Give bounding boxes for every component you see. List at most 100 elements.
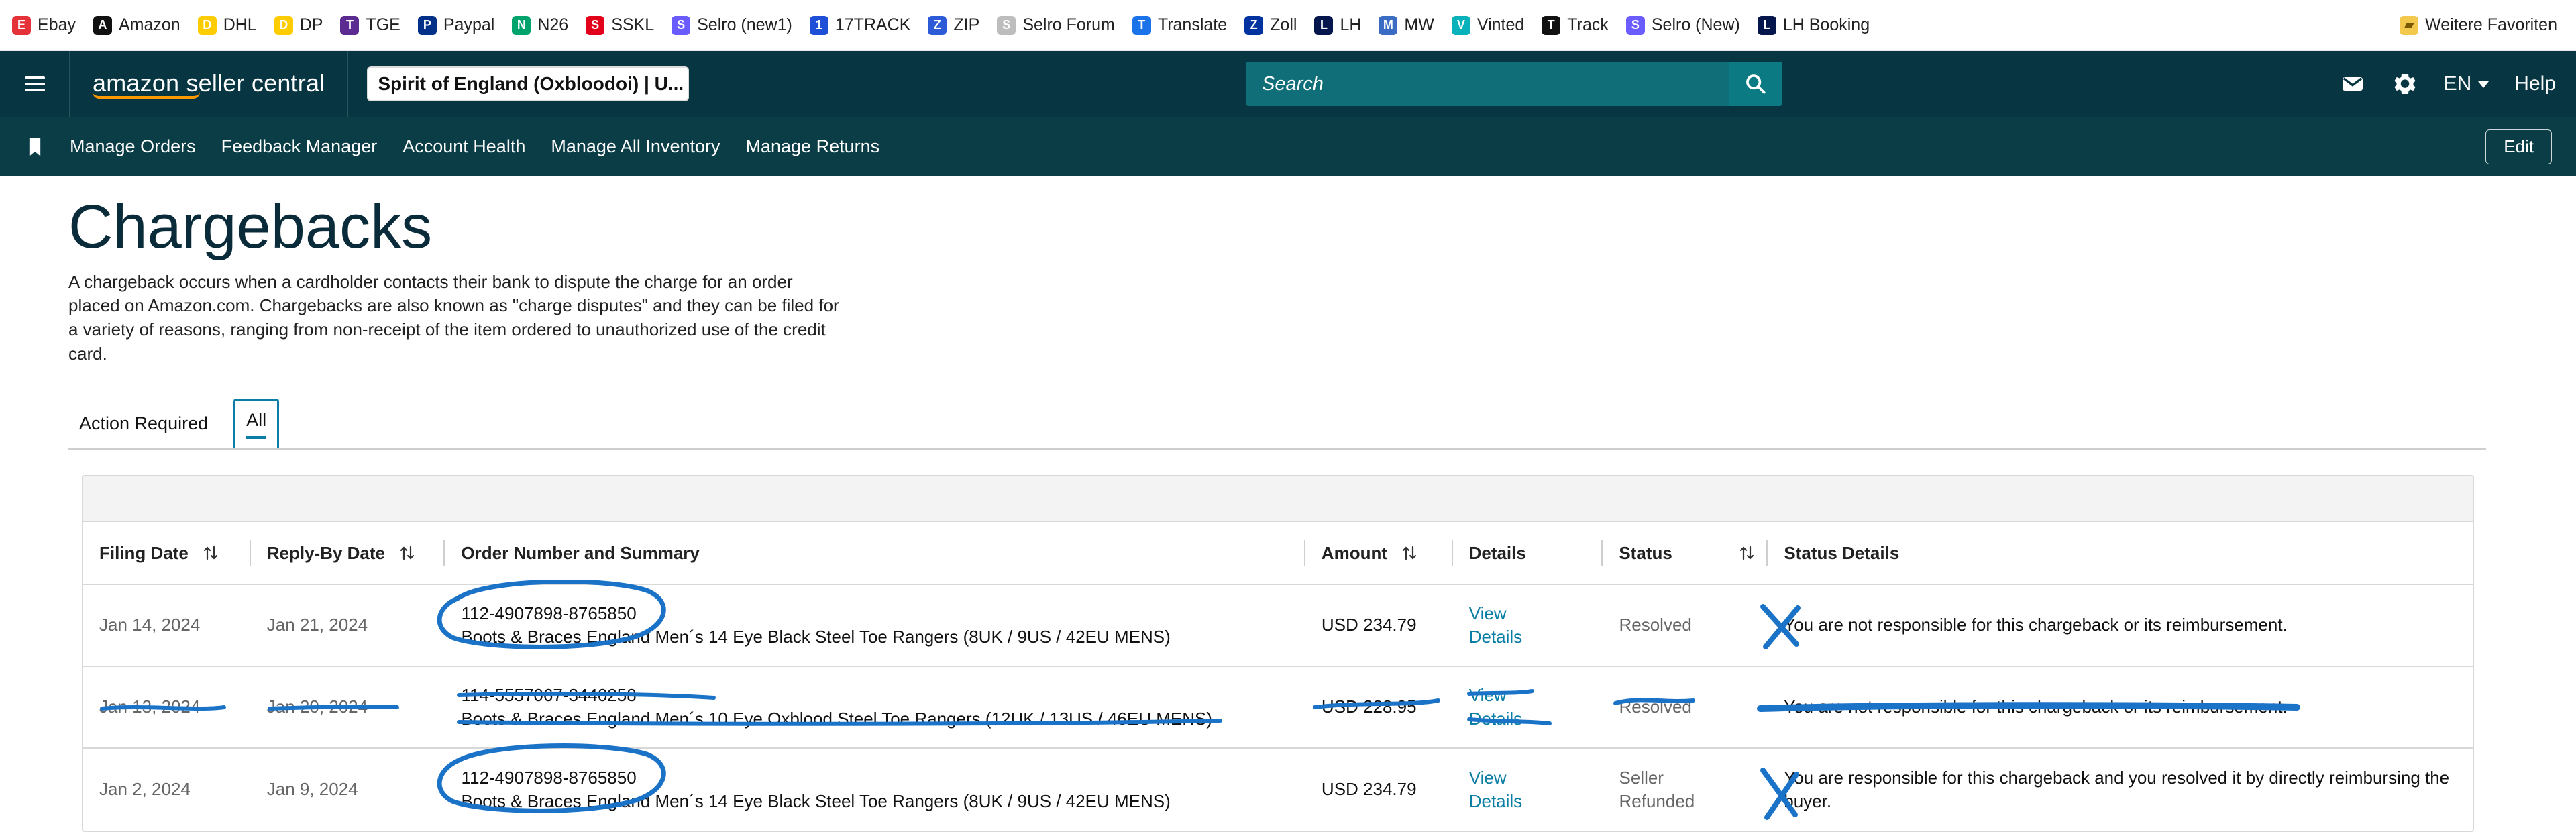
bookmark-label: Translate <box>1157 15 1228 34</box>
tab-label: Action Required <box>79 413 209 433</box>
vinted-bookmark[interactable]: V Vinted <box>1451 15 1524 35</box>
bookmark-label: N26 <box>537 15 569 34</box>
status-line-2: Refunded <box>1619 791 1695 812</box>
reply-by-date: Jan 21, 2024 <box>266 615 368 635</box>
col-filing-date[interactable]: Filing Date <box>83 521 251 584</box>
store-selector[interactable]: Spirit of England (Oxbloodoi) | U... <box>367 66 690 101</box>
bookmark-label: Zoll <box>1270 15 1297 34</box>
selro-new-bookmark-icon: S <box>1625 15 1645 35</box>
paypal-bookmark-icon: P <box>417 15 437 35</box>
track-bookmark[interactable]: T Track <box>1542 15 1609 35</box>
bookmark-label: Selro Forum <box>1022 15 1115 34</box>
zoll-bookmark[interactable]: Z Zoll <box>1244 15 1297 35</box>
bookmark-folder-weitere-favoriten[interactable]: ▰ Weitere Favoriten <box>2400 15 2557 35</box>
lh-booking-bookmark[interactable]: L LH Booking <box>1757 15 1870 35</box>
header-label: Status <box>1619 542 1672 563</box>
col-status-details: Status Details <box>1768 521 2473 584</box>
header-label: Order Number and Summary <box>461 542 700 563</box>
view-details-link[interactable]: View Details <box>1453 684 1603 731</box>
amazon-smile-mark <box>93 92 200 99</box>
n26-bookmark[interactable]: N N26 <box>512 15 568 35</box>
track-bookmark-icon: T <box>1542 15 1561 35</box>
details-line-2: Details <box>1468 709 1523 729</box>
amazon-bookmark[interactable]: A Amazon <box>93 15 180 35</box>
mw-bookmark-icon: M <box>1379 15 1398 35</box>
search-button[interactable] <box>1728 62 1782 106</box>
table-header: Filing Date Reply-By Date Order Number a… <box>83 521 2473 586</box>
17track-bookmark[interactable]: 1 17TRACK <box>809 15 910 35</box>
col-amount[interactable]: Amount <box>1305 521 1453 584</box>
translate-bookmark-icon: T <box>1132 15 1151 35</box>
bookmark-button[interactable] <box>0 117 70 176</box>
selro-new-bookmark[interactable]: S Selro (New) <box>1625 15 1740 35</box>
status: Resolved <box>1603 695 1768 719</box>
hamburger-icon <box>24 76 45 91</box>
lh-bookmark[interactable]: L LH <box>1314 15 1361 35</box>
zoll-bookmark-icon: Z <box>1244 15 1264 35</box>
nav-link[interactable]: Manage Returns <box>746 136 880 157</box>
status-line-1: Seller <box>1619 767 1664 788</box>
selro-forum-bookmark[interactable]: S Selro Forum <box>997 15 1115 35</box>
details-line-1: View <box>1468 767 1507 788</box>
page-content: Chargebacks A chargeback occurs when a c… <box>0 176 2576 832</box>
paypal-bookmark[interactable]: P Paypal <box>417 15 494 35</box>
nav-link[interactable]: Account Health <box>402 136 525 157</box>
bookmark-label: SSKL <box>611 15 655 34</box>
chargebacks-table: Filing Date Reply-By Date Order Number a… <box>82 475 2474 832</box>
selro-new1-bookmark[interactable]: S Selro (new1) <box>672 15 792 35</box>
settings-button[interactable] <box>2392 70 2418 97</box>
mw-bookmark[interactable]: M MW <box>1379 15 1434 35</box>
col-reply-by-date[interactable]: Reply-By Date <box>251 521 445 584</box>
page-description: A chargeback occurs when a cardholder co… <box>68 271 839 364</box>
nav-link[interactable]: Manage All Inventory <box>551 136 720 157</box>
search-icon <box>1746 74 1766 94</box>
nav-link[interactable]: Manage Orders <box>70 136 196 157</box>
tab-label: All <box>246 410 267 439</box>
dhl-bookmark-icon: D <box>197 15 217 35</box>
help-link[interactable]: Help <box>2514 72 2556 95</box>
bookmark-label: ZIP <box>953 15 980 34</box>
gear-icon <box>2394 74 2416 94</box>
zip-bookmark[interactable]: Z ZIP <box>928 15 979 35</box>
tab-all[interactable]: All <box>233 399 280 449</box>
filing-date: Jan 14, 2024 <box>99 615 201 635</box>
bookmarks-list: E Ebay A Amazon D DHL D DP T TGE P Paypal N N26 S SSKL S… <box>12 15 1887 35</box>
tge-bookmark[interactable]: T TGE <box>340 15 400 35</box>
col-order-number: Order Number and Summary <box>445 521 1305 584</box>
order-cell: 112-4907898-8765850 Boots & Braces Engla… <box>445 766 1305 814</box>
status-details: You are not responsible for this chargeb… <box>1784 615 2288 635</box>
bookmark-label: DP <box>299 15 323 34</box>
view-details-link[interactable]: View Details <box>1453 602 1603 649</box>
dhl-bookmark[interactable]: D DHL <box>197 15 257 35</box>
bookmark-label: LH <box>1340 15 1362 34</box>
search-bar: Search <box>1245 62 1782 106</box>
table-toolbar <box>83 476 2473 523</box>
col-status[interactable]: Status <box>1603 521 1768 584</box>
status-line-1: Resolved <box>1619 696 1692 717</box>
bookmarks-bar: E Ebay A Amazon D DHL D DP T TGE P Paypal N N26 S SSKL S… <box>0 0 2576 51</box>
ebay-bookmark[interactable]: E Ebay <box>12 15 76 35</box>
tab-action-required[interactable]: Action Required <box>68 399 219 448</box>
sskl-bookmark[interactable]: S SSKL <box>586 15 654 35</box>
header-label: Amount <box>1321 542 1387 563</box>
view-details-link[interactable]: View Details <box>1453 766 1603 814</box>
search-input[interactable]: Search <box>1245 62 1729 106</box>
edit-nav-button[interactable]: Edit <box>2485 129 2552 164</box>
dp-bookmark[interactable]: D DP <box>274 15 323 35</box>
nav-link[interactable]: Feedback Manager <box>221 136 378 157</box>
nav-links: Manage Orders Feedback Manager Account Hea… <box>70 136 879 157</box>
details-line-2: Details <box>1468 627 1523 647</box>
search-placeholder: Search <box>1261 72 1324 95</box>
language-selector[interactable]: EN <box>2444 72 2489 95</box>
messages-button[interactable] <box>2339 70 2366 97</box>
order-cell: 112-4907898-8765850 Boots & Braces Engla… <box>445 602 1305 649</box>
menu-button[interactable] <box>0 51 70 117</box>
translate-bookmark[interactable]: T Translate <box>1132 15 1227 35</box>
zip-bookmark-icon: Z <box>928 15 947 35</box>
amazon-bookmark-icon: A <box>93 15 112 35</box>
seller-central-logo[interactable]: amazon seller central <box>70 51 349 117</box>
order-number: 114-5557067-3440258 <box>461 684 637 705</box>
order-summary: Boots & Braces England Men´s 10 Eye Oxbl… <box>461 709 1212 729</box>
n26-bookmark-icon: N <box>512 15 531 35</box>
dp-bookmark-icon: D <box>274 15 293 35</box>
